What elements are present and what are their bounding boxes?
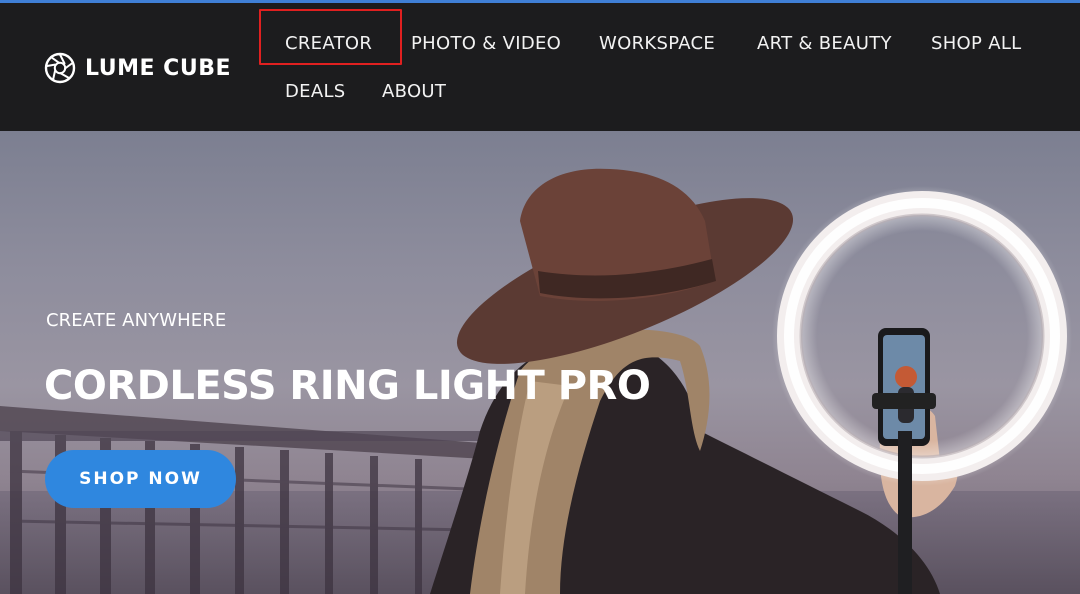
- brand-logo[interactable]: LUME CUBE: [44, 51, 231, 85]
- hero-eyebrow: CREATE ANYWHERE: [46, 310, 227, 331]
- hero-title: CORDLESS RING LIGHT PRO: [44, 363, 651, 409]
- brand-name: LUME CUBE: [85, 55, 231, 81]
- nav-item-deals[interactable]: DEALS: [285, 81, 346, 103]
- nav-item-creator[interactable]: CREATOR: [285, 33, 372, 55]
- nav-item-about[interactable]: ABOUT: [382, 81, 446, 103]
- aperture-icon: [44, 52, 76, 84]
- phone-mount: [872, 393, 936, 409]
- nav-item-photo-video[interactable]: PHOTO & VIDEO: [411, 33, 561, 55]
- hero-banner: CREATE ANYWHERE CORDLESS RING LIGHT PRO …: [0, 131, 1080, 594]
- nav-item-art-beauty[interactable]: ART & BEAUTY: [757, 33, 892, 55]
- shop-now-button[interactable]: SHOP NOW: [45, 450, 236, 508]
- site-header: LUME CUBE CREATOR PHOTO & VIDEO WORKSPAC…: [0, 3, 1080, 131]
- nav-item-workspace[interactable]: WORKSPACE: [599, 33, 715, 55]
- nav-item-shop-all[interactable]: SHOP ALL: [931, 33, 1021, 55]
